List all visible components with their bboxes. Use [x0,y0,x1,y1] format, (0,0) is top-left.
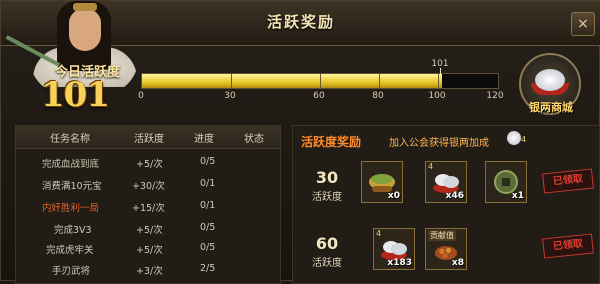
task-points: +15/次 [132,203,165,214]
reward-qty: x1 [511,191,524,201]
silver-ingot-icon [535,69,565,91]
task-name: 消费满10元宝 [42,181,102,192]
reward-slot[interactable]: 4 x183 [373,228,415,270]
guild-bonus-hint: 加入公会获得银两加成 [389,138,489,149]
header-status: 状态 [244,134,264,145]
tier-points: 60 [315,234,339,253]
reward-qty: x46 [445,191,464,201]
silver-ingot-icon [507,131,521,145]
task-name: 完成3V3 [54,225,92,236]
tick-label: 120 [486,91,504,101]
activity-progress-bar [141,73,499,89]
task-table-header: 任务名称 活跃度 进度 状态 [16,126,280,149]
reward-slot[interactable]: x0 [361,161,403,203]
reward-qty: x0 [387,191,400,201]
reward-qty: x183 [387,258,412,268]
tier-label: 活跃度 [312,192,342,203]
table-row: 消费满10元宝 +30/次 0/1 [16,178,280,196]
activity-reward-window: 活跃奖励 × 今日活跃度 101 101 0 30 60 80 100 120 … [0,0,600,284]
tier-label: 活跃度 [312,258,342,269]
rewards-panel: 活跃度奖励 加入公会获得银两加成 4 30 活跃度 x0 4 x46 x1 已领… [292,125,600,284]
tick-label: 100 [428,91,446,101]
task-points: +3/次 [136,266,163,277]
tier-points: 30 [315,168,339,187]
table-row: 完成3V3 +5/次 0/5 [16,222,280,240]
reward-badge: 4 [428,162,434,171]
close-button[interactable]: × [571,12,595,36]
reward-slot[interactable]: x1 [485,161,527,203]
reward-slot[interactable]: 贡献值 x8 [425,228,467,270]
task-progress: 0/1 [200,178,216,189]
task-name: 完成血战到底 [42,159,100,170]
tick-label: 0 [138,91,144,101]
silver-shop-label[interactable]: 银两商城 [521,99,581,115]
reward-qty: x8 [451,258,464,268]
claimed-stamp: 已领取 [542,168,594,194]
tick-label: 80 [372,91,384,101]
task-progress: 0/5 [200,156,216,167]
header-progress: 进度 [194,134,214,145]
task-points: +5/次 [136,159,163,170]
task-name: 完成虎牢关 [46,245,94,256]
reward-slot[interactable]: 4 x46 [425,161,467,203]
task-points: +5/次 [136,225,163,236]
task-progress: 0/5 [200,222,216,233]
reward-badge: 4 [376,229,382,238]
task-progress: 2/5 [200,263,216,274]
guild-bonus-value: 4 [521,135,527,144]
progress-marker [440,68,441,74]
reward-caption: 贡献值 [428,230,456,241]
task-progress: 0/5 [200,242,216,253]
task-table: 任务名称 活跃度 进度 状态 完成血战到底 +5/次 0/5 消费满10元宝 +… [15,125,281,284]
rewards-title: 活跃度奖励 [301,135,362,149]
tick-label: 60 [313,91,325,101]
header-points: 活跃度 [134,134,164,145]
table-row: 手刃武将 +3/次 2/5 [16,263,280,281]
claimed-stamp: 已领取 [542,233,594,259]
activity-progress-fill [142,74,442,88]
today-activity-value: 101 [41,75,110,115]
task-points: +30/次 [132,181,165,192]
table-row: 内奸胜利一局 +15/次 0/1 [16,200,280,218]
task-progress: 0/1 [200,200,216,211]
task-name: 内奸胜利一局 [42,203,100,214]
table-row: 完成血战到底 +5/次 0/5 [16,156,280,174]
header-task-name: 任务名称 [50,134,90,145]
tick-label: 30 [224,91,236,101]
table-row: 完成虎牢关 +5/次 0/5 [16,242,280,260]
task-name: 手刃武将 [52,266,91,277]
task-points: +5/次 [136,245,163,256]
